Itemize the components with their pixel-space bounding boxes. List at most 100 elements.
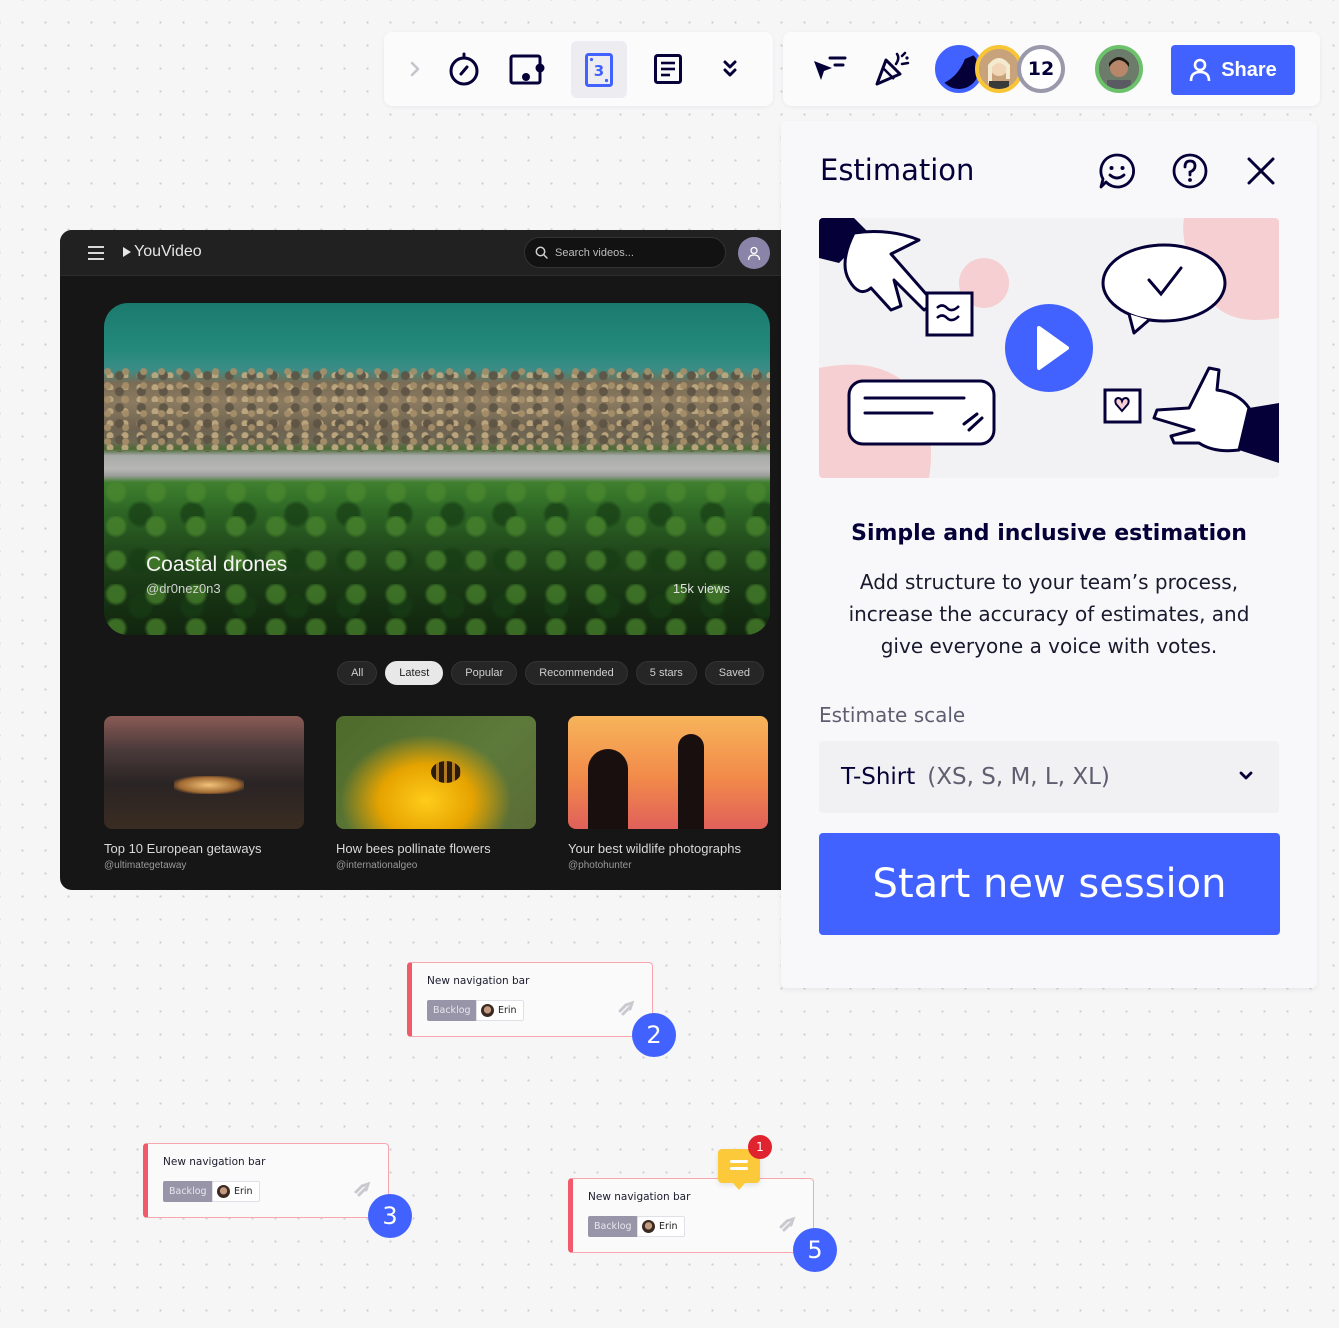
filter-chip-5-stars[interactable]: 5 stars: [635, 661, 697, 685]
filter-chip-popular[interactable]: Popular: [451, 661, 518, 685]
celebrate-button[interactable]: [871, 49, 913, 89]
double-chevron-down-icon: [723, 60, 737, 77]
featured-video-title: Coastal drones: [146, 553, 288, 576]
notes-button[interactable]: [650, 50, 686, 88]
estimation-illustration: [819, 218, 1279, 478]
video-card[interactable]: How bees pollinate flowers @internationa…: [336, 716, 536, 871]
search-placeholder: Search videos...: [555, 246, 634, 259]
estimate-badge: 2: [632, 1013, 676, 1057]
card-embed-icon: [509, 54, 545, 85]
user-icon: [1189, 58, 1211, 82]
estimate-scale-select[interactable]: T-Shirt (XS, S, M, L, XL): [819, 741, 1279, 813]
collaborators-avatars[interactable]: 12: [935, 45, 1070, 95]
video-title: How bees pollinate flowers: [336, 841, 491, 856]
current-user-avatar[interactable]: [1095, 45, 1143, 93]
svg-text:3: 3: [594, 62, 604, 80]
status-tag: Backlog: [427, 1000, 477, 1021]
filter-chip-latest[interactable]: Latest: [385, 661, 444, 685]
video-thumbnail: [568, 716, 768, 829]
user-photo-icon: [1099, 49, 1139, 89]
video-card[interactable]: Top 10 European getaways @ultimategetawa…: [104, 716, 304, 871]
assignee-avatar: [642, 1220, 655, 1233]
avatar[interactable]: [975, 45, 1023, 93]
youvideo-app-frame: YouVideo Search videos... Coastal drones…: [60, 230, 782, 890]
video-title: Your best wildlife photographs: [568, 841, 741, 856]
close-icon: [1247, 157, 1275, 185]
assignee-chip[interactable]: Erin: [637, 1216, 685, 1237]
user-photo-icon: [979, 49, 1019, 89]
help-button[interactable]: [1170, 151, 1210, 195]
unread-comments-badge: 1: [748, 1135, 772, 1159]
user-icon: [747, 246, 761, 260]
heart-card-icon: [1103, 388, 1142, 424]
collaboration-toolbar: 12 Share: [783, 32, 1320, 106]
avatar-illustration-icon: [939, 49, 979, 89]
more-tools-button[interactable]: [716, 54, 744, 84]
speech-bubble-check-icon: [1101, 243, 1227, 335]
status-tag: Backlog: [588, 1216, 638, 1237]
comment-icon-line: [730, 1167, 748, 1170]
assignee-chip[interactable]: Erin: [476, 1000, 524, 1021]
pointing-hand-right-icon: [1152, 366, 1279, 463]
featured-video-views: 15k views: [672, 581, 730, 596]
featured-video-channel: @dr0nez0n3: [146, 581, 221, 596]
share-label: Share: [1221, 58, 1277, 81]
assignee-avatar: [217, 1185, 230, 1198]
hero-image-rocks: [104, 366, 770, 453]
youvideo-logo[interactable]: YouVideo: [123, 243, 202, 261]
profile-avatar-button[interactable]: [738, 237, 770, 269]
video-title: Top 10 European getaways: [104, 841, 262, 856]
jira-card[interactable]: New navigation bar Backlog Erin: [407, 962, 653, 1037]
board-toolbar: 3: [384, 32, 773, 106]
app-name: YouVideo: [134, 243, 202, 260]
share-button[interactable]: Share: [1171, 45, 1295, 95]
play-video-button[interactable]: [1005, 304, 1093, 392]
video-thumbnail: [336, 716, 536, 829]
jira-icon: [354, 1181, 371, 1197]
filter-chip-saved[interactable]: Saved: [704, 661, 764, 685]
search-input[interactable]: Search videos...: [524, 237, 726, 268]
filter-chip-all[interactable]: All: [337, 661, 378, 685]
hamburger-menu-button[interactable]: [88, 246, 104, 264]
estimation-button[interactable]: 3: [571, 41, 627, 98]
search-icon: [535, 246, 548, 259]
feedback-button[interactable]: [1097, 151, 1137, 195]
video-channel: @photohunter: [568, 860, 632, 871]
estimate-badge: 3: [368, 1194, 412, 1238]
filter-chip-recommended[interactable]: Recommended: [525, 661, 628, 685]
more-collaborators-count[interactable]: 12: [1017, 45, 1065, 93]
assignee-avatar: [481, 1004, 494, 1017]
pointing-hand-left-icon: [819, 218, 936, 312]
assignee-chip[interactable]: Erin: [212, 1181, 260, 1202]
estimate-badge: 5: [793, 1228, 837, 1272]
party-popper-icon: [875, 51, 910, 86]
filter-chips: All Latest Popular Recommended 5 stars S…: [337, 661, 764, 685]
jira-card[interactable]: New navigation bar Backlog Erin: [568, 1178, 814, 1253]
jira-card[interactable]: New navigation bar Backlog Erin: [143, 1143, 389, 1218]
close-button[interactable]: [1243, 151, 1279, 195]
featured-video[interactable]: Coastal drones @dr0nez0n3 15k views: [104, 303, 770, 635]
video-card[interactable]: Your best wildlife photographs @photohun…: [568, 716, 768, 871]
start-new-session-button[interactable]: Start new session: [819, 833, 1280, 935]
video-thumbnail: [104, 716, 304, 829]
jira-icon: [618, 1000, 635, 1016]
jira-icon: [779, 1216, 796, 1232]
message-card-icon: [847, 379, 996, 446]
cursor-filter-icon: [814, 56, 847, 80]
video-list: Top 10 European getaways @ultimategetawa…: [104, 716, 768, 871]
estimate-scale-label: Estimate scale: [819, 703, 966, 727]
cursor-filter-button[interactable]: [809, 52, 849, 88]
feedback-smiley-icon: [1099, 153, 1136, 189]
chevron-right-icon: [410, 61, 420, 77]
comment-icon-line: [730, 1160, 748, 1163]
youvideo-header: YouVideo Search videos...: [60, 230, 782, 276]
card-title: New navigation bar: [163, 1156, 266, 1168]
estimate-scale-hint: (XS, S, M, L, XL): [927, 764, 1110, 790]
expand-toolbar-button[interactable]: [404, 54, 426, 84]
chevron-down-icon: [1239, 771, 1253, 780]
play-logo-icon: [123, 247, 131, 257]
assignee-name: Erin: [659, 1221, 678, 1232]
panel-title: Estimation: [820, 153, 975, 187]
card-embed-button[interactable]: [506, 49, 548, 89]
timer-button[interactable]: [444, 49, 484, 89]
